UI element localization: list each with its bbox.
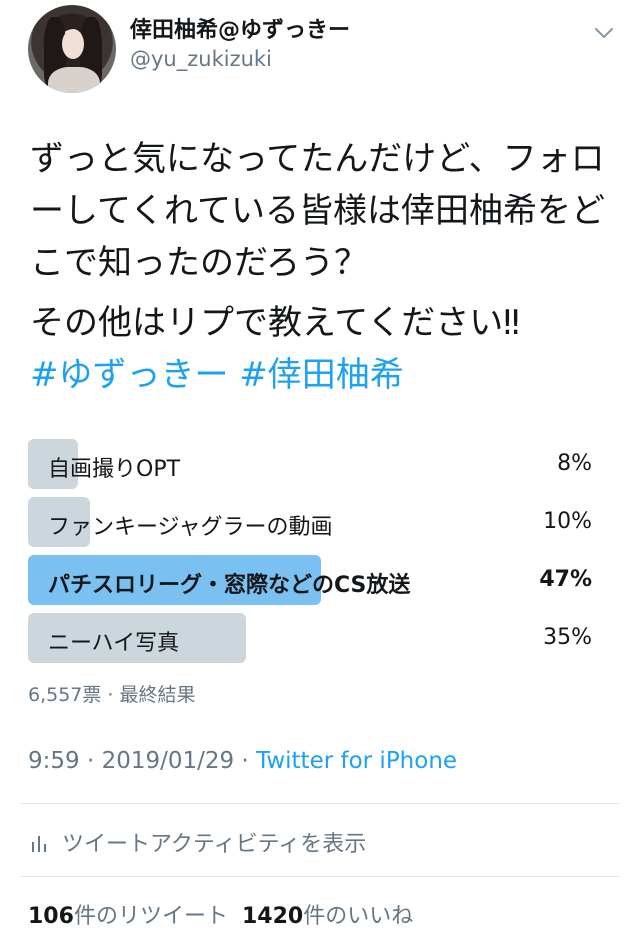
tweet-text: ずっと気になってたんだけど、フォローしてくれている皆様は倖田柚希をどこで知ったの… [30,133,610,401]
tweet-activity-link[interactable]: ツイートアクティビティを表示 [30,826,367,857]
avatar-face [62,29,84,59]
divider [20,876,620,877]
retweets-count: 106 [28,904,74,929]
poll-option-1: 自画撮りOPT 8% [28,439,594,489]
tweet-header: 倖田柚希@ゆずっきー @yu_zukizuki [0,0,640,100]
poll-option-percent: 8% [557,451,592,476]
engagement-counts: 106件のリツイート 1420件のいいね [28,898,413,930]
poll-option-label: 自画撮りOPT [48,457,181,482]
poll-option-label: パチスロリーグ・窓際などのCS放送 [48,573,411,598]
bar-chart-icon [32,836,46,852]
poll-option-3: パチスロリーグ・窓際などのCS放送 47% [28,555,594,605]
likes-count: 1420 [241,904,304,929]
poll-option-percent: 35% [543,625,592,650]
tweet-timestamp[interactable]: 9:59 · 2019/01/29 · [28,748,256,774]
chevron-down-icon[interactable] [591,20,617,46]
avatar-body [48,67,100,93]
poll-option-2: ファンキージャグラーの動画 10% [28,497,594,547]
likes-count-link[interactable]: 1420件のいいね [242,904,413,929]
poll-option-4: ニーハイ写真 35% [28,613,594,663]
tweet-timestamp-line: 9:59 · 2019/01/29 · Twitter for iPhone [28,748,457,774]
hashtags[interactable]: #ゆずっきー #倖田柚希 [30,349,610,401]
likes-label: 件のいいね [303,904,414,929]
user-handle[interactable]: @yu_zukizuki [130,47,272,71]
display-name[interactable]: 倖田柚希@ゆずっきー [130,12,350,44]
poll-option-label: ファンキージャグラーの動画 [48,515,333,540]
avatar[interactable] [28,5,116,93]
retweets-count-link[interactable]: 106件のリツイート [28,904,228,929]
poll-option-label: ニーハイ写真 [48,631,180,656]
tweet-text-line-2: その他はリプで教えてください‼︎ [30,303,520,343]
retweets-label: 件のリツイート [73,904,228,929]
poll-meta: 6,557票 · 最終結果 [28,684,196,706]
divider [20,803,620,804]
tweet-source-link[interactable]: Twitter for iPhone [256,748,457,774]
tweet-text-line-1: ずっと気になってたんだけど、フォローしてくれている皆様は倖田柚希をどこで知ったの… [30,139,605,283]
poll-option-percent: 47% [539,567,592,592]
tweet-activity-label: ツイートアクティビティを表示 [62,832,367,857]
poll-option-percent: 10% [543,509,592,534]
